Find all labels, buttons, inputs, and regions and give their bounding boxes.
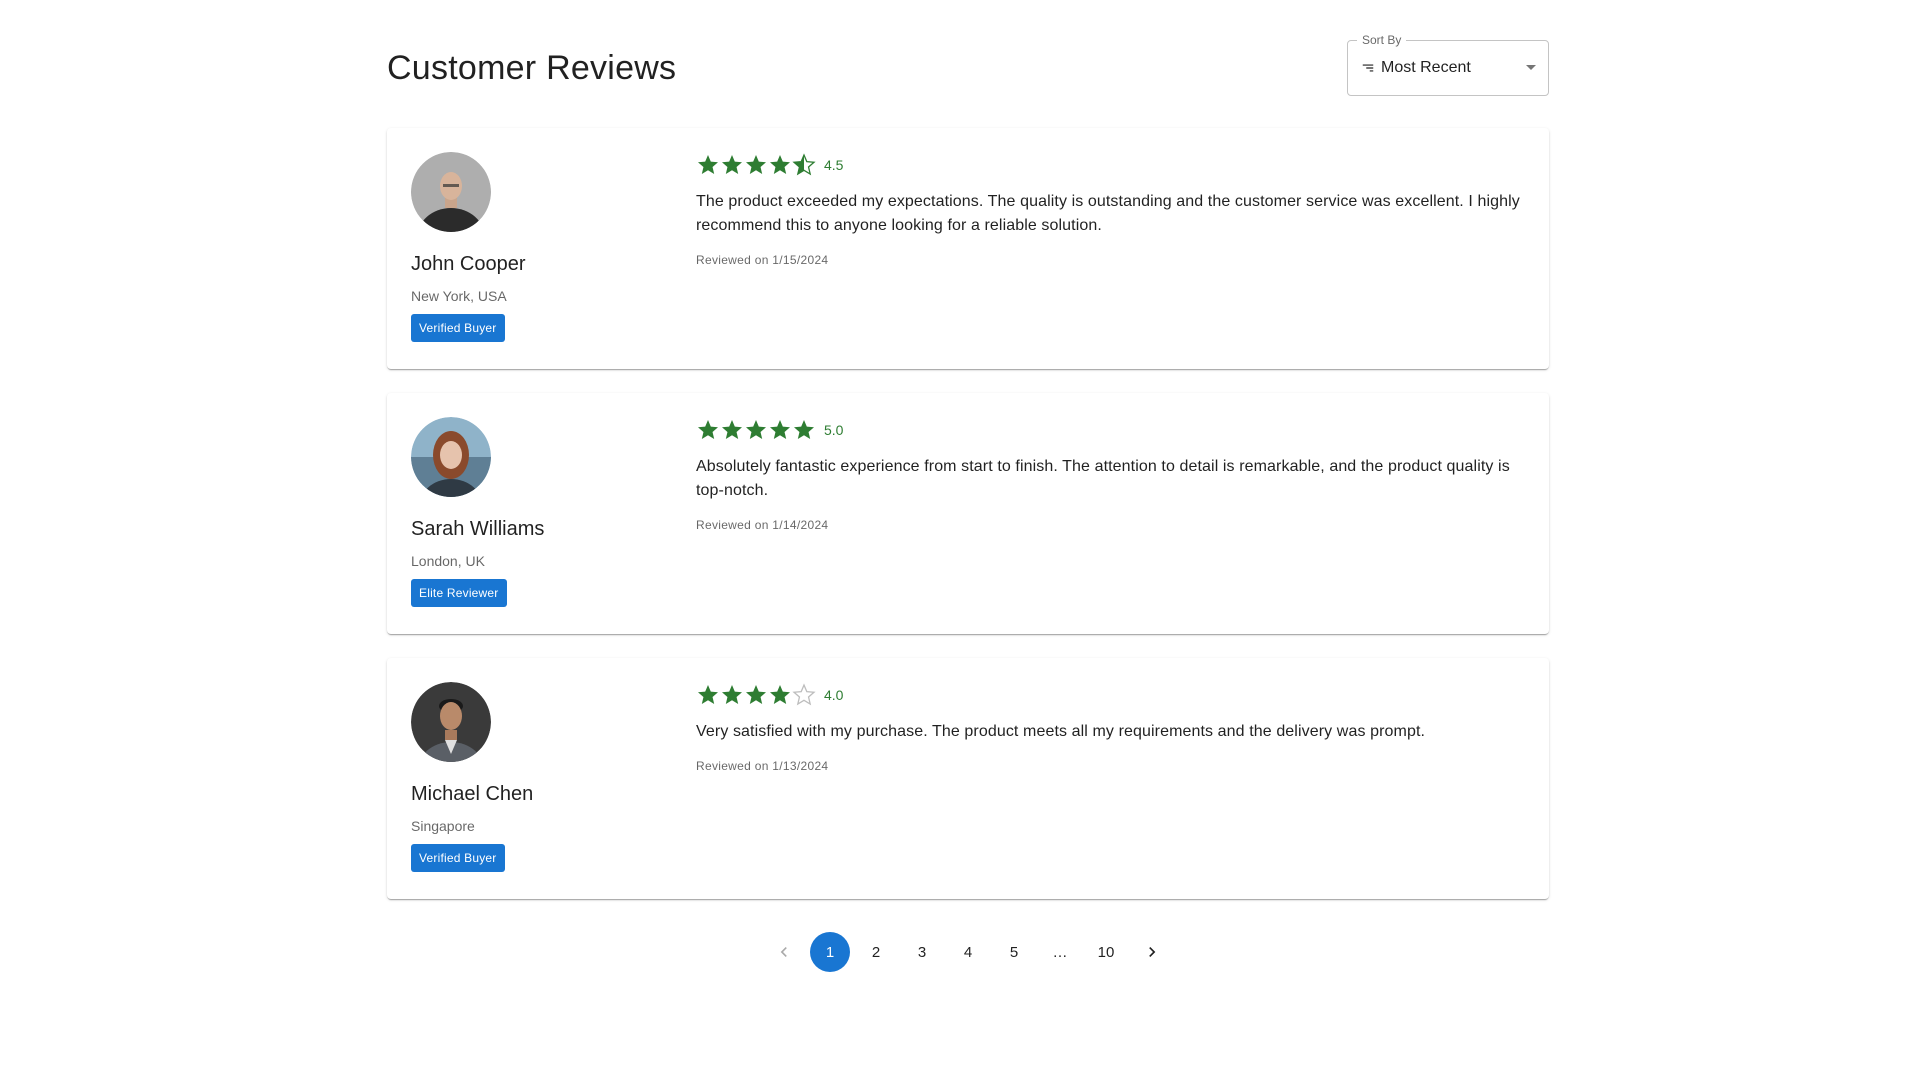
sort-icon bbox=[1362, 64, 1374, 72]
star-filled-icon bbox=[722, 155, 742, 174]
review-text: Absolutely fantastic experience from sta… bbox=[696, 458, 1510, 499]
reviewer-badge: Elite Reviewer bbox=[411, 579, 507, 607]
reviewer-location: London, UK bbox=[411, 553, 485, 569]
pagination: 1 2 3 4 5 … 10 bbox=[387, 932, 1549, 972]
avatar bbox=[411, 152, 491, 232]
sort-select[interactable]: Sort By Most Recent bbox=[1347, 33, 1549, 96]
star-rating bbox=[696, 418, 816, 442]
star-empty-icon bbox=[792, 683, 816, 706]
star-filled-icon bbox=[794, 420, 814, 439]
rating-row: 4.0 bbox=[696, 682, 1526, 708]
star-filled-icon bbox=[698, 420, 718, 439]
reviewer-name: Sarah Williams bbox=[411, 518, 545, 540]
review-content: 4.5 The product exceeded my expectations… bbox=[696, 152, 1526, 269]
page-button-10[interactable]: 10 bbox=[1086, 932, 1126, 972]
sort-label: Sort By bbox=[1357, 33, 1407, 47]
reviewer-info: John Cooper New York, USA Verified Buyer bbox=[411, 152, 671, 342]
review-date: Reviewed on 1/15/2024 bbox=[696, 253, 829, 267]
star-filled-icon bbox=[698, 155, 718, 174]
review-card: Sarah Williams London, UK Elite Reviewer… bbox=[387, 393, 1549, 634]
page-title: Customer Reviews bbox=[387, 49, 677, 87]
review-date: Reviewed on 1/13/2024 bbox=[696, 759, 829, 773]
reviewer-location: New York, USA bbox=[411, 288, 507, 304]
avatar bbox=[411, 682, 491, 762]
next-page-button[interactable] bbox=[1132, 932, 1172, 972]
pagination-ellipsis: … bbox=[1052, 943, 1068, 961]
chevron-down-icon bbox=[1526, 65, 1536, 70]
review-text: Very satisfied with my purchase. The pro… bbox=[696, 723, 1426, 740]
star-filled-icon bbox=[770, 155, 790, 174]
reviewer-badge: Verified Buyer bbox=[411, 314, 505, 342]
chevron-left-icon bbox=[780, 947, 787, 957]
page-button-2[interactable]: 2 bbox=[856, 932, 896, 972]
rating-value: 4.0 bbox=[824, 687, 844, 703]
reviews-list: John Cooper New York, USA Verified Buyer… bbox=[387, 128, 1549, 899]
rating-value: 5.0 bbox=[824, 422, 844, 438]
rating-row: 4.5 bbox=[696, 152, 1526, 178]
sort-selected-value: Most Recent bbox=[1381, 59, 1471, 76]
reviews-header: Customer Reviews Sort By Most Recent bbox=[387, 0, 1549, 128]
previous-page-button[interactable] bbox=[764, 932, 804, 972]
star-filled-icon bbox=[770, 685, 790, 704]
page-button-3[interactable]: 3 bbox=[902, 932, 942, 972]
chevron-right-icon bbox=[1149, 947, 1156, 957]
star-filled-icon bbox=[722, 420, 742, 439]
review-content: 4.0 Very satisfied with my purchase. The… bbox=[696, 682, 1526, 775]
review-content: 5.0 Absolutely fantastic experience from… bbox=[696, 417, 1526, 534]
star-rating bbox=[696, 683, 816, 707]
reviewer-location: Singapore bbox=[411, 818, 475, 834]
reviewer-name: Michael Chen bbox=[411, 783, 534, 805]
reviewer-name: John Cooper bbox=[411, 253, 526, 275]
star-filled-icon bbox=[746, 685, 766, 704]
rating-row: 5.0 bbox=[696, 417, 1526, 443]
reviewer-badge: Verified Buyer bbox=[411, 844, 505, 872]
star-filled-icon bbox=[746, 155, 766, 174]
rating-value: 4.5 bbox=[824, 157, 844, 173]
page-button-4[interactable]: 4 bbox=[948, 932, 988, 972]
star-filled-icon bbox=[746, 420, 766, 439]
page-button-5[interactable]: 5 bbox=[994, 932, 1034, 972]
star-filled-icon bbox=[722, 685, 742, 704]
star-half-icon bbox=[792, 153, 816, 176]
reviewer-info: Sarah Williams London, UK Elite Reviewer bbox=[411, 417, 671, 607]
reviewer-info: Michael Chen Singapore Verified Buyer bbox=[411, 682, 671, 872]
review-card: John Cooper New York, USA Verified Buyer… bbox=[387, 128, 1549, 369]
review-date: Reviewed on 1/14/2024 bbox=[696, 518, 829, 532]
avatar bbox=[411, 417, 491, 497]
review-text: The product exceeded my expectations. Th… bbox=[696, 193, 1520, 234]
review-card: Michael Chen Singapore Verified Buyer 4.… bbox=[387, 658, 1549, 899]
star-filled-icon bbox=[698, 685, 718, 704]
star-filled-icon bbox=[770, 420, 790, 439]
reviews-container: Customer Reviews Sort By Most Recent Joh… bbox=[387, 0, 1549, 972]
star-rating bbox=[696, 153, 816, 177]
page-button-1[interactable]: 1 bbox=[810, 932, 850, 972]
